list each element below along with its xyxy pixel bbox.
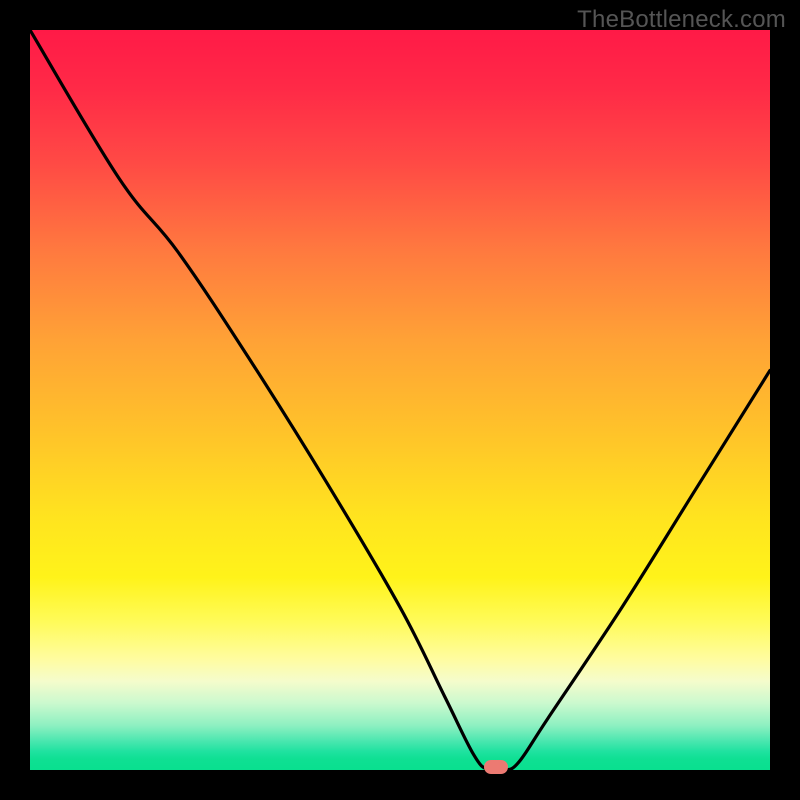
watermark-text: TheBottleneck.com [577,6,786,34]
bottleneck-curve [30,30,770,770]
chart-frame: TheBottleneck.com [0,0,800,800]
minimum-marker [484,760,508,774]
plot-area [30,30,770,770]
